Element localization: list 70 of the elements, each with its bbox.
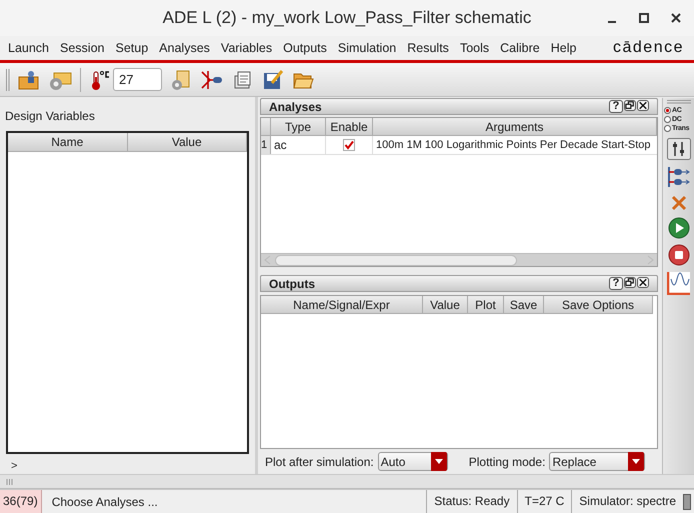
column-header[interactable]: Name/Signal/Expr: [261, 296, 423, 313]
column-header[interactable]: Name: [8, 133, 128, 151]
column-header[interactable]: Value: [423, 296, 468, 313]
column-header[interactable]: Plot: [468, 296, 504, 313]
field-label: Plotting mode:: [468, 454, 546, 470]
panel-label: Design Variables: [5, 108, 96, 125]
radio-icon[interactable]: [664, 116, 671, 123]
waveform-plot-icon[interactable]: [666, 271, 690, 295]
scrollbar-thumb[interactable]: [275, 254, 517, 266]
close-icon[interactable]: [637, 100, 649, 111]
toolbar-grip-icon: [6, 68, 10, 90]
caret-icon[interactable]: [430, 452, 447, 471]
resize-grip-icon[interactable]: [683, 494, 691, 510]
enable-checkbox[interactable]: [343, 139, 355, 151]
column-header[interactable]: Type: [271, 118, 326, 135]
table-cell-text: 100m 1M 100 Logarithmic Points Per Decade Start-Stop: [375, 138, 652, 153]
menu-item[interactable]: Analyses: [157, 38, 212, 58]
save-edit-icon[interactable]: [262, 68, 284, 90]
menu-item[interactable]: Launch: [6, 38, 52, 58]
menu-item[interactable]: Session: [58, 38, 106, 58]
dropdown[interactable]: Auto: [378, 452, 448, 471]
help-button[interactable]: ?: [609, 277, 623, 290]
run-icon[interactable]: [668, 217, 690, 239]
toolbar-grip-icon: [666, 100, 690, 104]
menu-item[interactable]: Variables: [218, 38, 274, 58]
horizontal-scrollbar[interactable]: [261, 253, 657, 266]
close-icon[interactable]: [670, 12, 682, 24]
temperature-text: T=27 C: [516, 490, 572, 513]
probe-icon[interactable]: [200, 68, 224, 90]
table-cell: ac: [271, 136, 326, 154]
caret-icon[interactable]: [628, 452, 644, 471]
column-header[interactable]: Save: [504, 296, 544, 313]
circuit-nodes-icon[interactable]: [666, 165, 690, 189]
help-button[interactable]: ?: [609, 100, 623, 113]
row-number: 1: [261, 136, 271, 154]
column-header[interactable]: Value: [128, 133, 247, 151]
radio-icon[interactable]: [664, 107, 671, 114]
field-label: Plot after simulation:: [265, 454, 374, 470]
dock-title: Outputs: [269, 276, 315, 292]
status-counter: 36(79): [0, 490, 42, 513]
menu-item[interactable]: Calibre: [498, 38, 542, 58]
column-header[interactable]: Enable: [326, 118, 373, 135]
radio-icon[interactable]: [664, 125, 671, 132]
menu-item[interactable]: Tools: [458, 38, 492, 58]
close-icon[interactable]: [637, 277, 649, 288]
sliders-icon[interactable]: [666, 138, 690, 160]
maximize-icon[interactable]: [638, 12, 650, 24]
menu-item[interactable]: Setup: [114, 38, 150, 58]
column-header[interactable]: Save Options: [544, 296, 653, 313]
splitter-grip-icon[interactable]: [6, 478, 14, 484]
temperature-field[interactable]: 27: [113, 68, 162, 91]
stop-icon[interactable]: [668, 244, 690, 266]
brand-logo: cādence: [613, 38, 684, 58]
menu-item[interactable]: Help: [548, 38, 578, 58]
status-message: Choose Analyses ...: [50, 494, 159, 510]
float-icon[interactable]: [624, 277, 636, 288]
dropdown[interactable]: Replace: [549, 452, 646, 471]
document-gear-icon[interactable]: [170, 68, 192, 90]
dock-title: Analyses: [269, 98, 322, 116]
expand-toggle[interactable]: >: [11, 458, 18, 474]
status-text: Status: Ready: [426, 490, 517, 513]
menu-item[interactable]: Outputs: [281, 38, 329, 58]
folder-person-icon[interactable]: [18, 68, 40, 90]
menu-item[interactable]: Simulation: [336, 38, 398, 58]
column-header[interactable]: Arguments: [373, 118, 657, 135]
delete-icon[interactable]: [670, 194, 688, 212]
thermometer-icon: [89, 68, 111, 90]
menu-item[interactable]: Results: [405, 38, 451, 58]
window-title: ADE L (2) - my_work Low_Pass_Filter schematic: [162, 7, 532, 30]
float-icon[interactable]: [624, 100, 636, 111]
